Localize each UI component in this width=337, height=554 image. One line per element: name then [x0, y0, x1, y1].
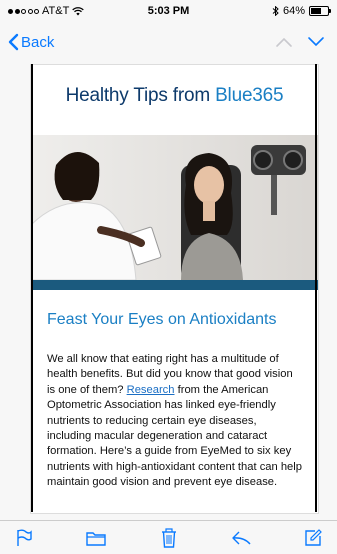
article-headline: Feast Your Eyes on Antioxidants	[47, 311, 277, 328]
previous-message-chevron-up-icon[interactable]	[275, 36, 293, 48]
hero-image	[31, 135, 318, 280]
article-body: We all know that eating right has a mult…	[47, 352, 302, 491]
status-bar: AT&T 5:03 PM 64%	[0, 0, 337, 22]
battery-info: 64%	[272, 5, 337, 17]
eye-exam-illustration	[31, 135, 318, 280]
carrier-info: AT&T	[0, 5, 85, 17]
signal-strength-icon	[8, 8, 39, 14]
battery-icon	[309, 6, 331, 16]
back-label: Back	[21, 33, 55, 51]
newsletter-title-prefix: Healthy Tips from	[65, 85, 216, 106]
bluetooth-icon	[272, 6, 279, 16]
brand-name: Blue365	[215, 85, 284, 106]
trash-icon[interactable]	[159, 527, 179, 549]
next-message-chevron-down-icon[interactable]	[307, 36, 325, 48]
carrier-name: AT&T	[42, 5, 70, 17]
mail-app-screen: AT&T 5:03 PM 64% Back Healthy Tips from …	[0, 0, 337, 554]
flag-icon[interactable]	[14, 528, 34, 548]
folder-icon[interactable]	[85, 528, 107, 548]
back-button[interactable]: Back	[0, 33, 54, 51]
chevron-left-icon	[8, 33, 19, 51]
message-navigation	[275, 36, 337, 48]
research-link[interactable]: Research	[127, 384, 175, 396]
newsletter-title: Healthy Tips from Blue365	[31, 85, 318, 107]
reply-icon[interactable]	[230, 528, 252, 548]
email-frame-left-border	[31, 64, 33, 512]
email-frame-right-border	[315, 64, 317, 512]
email-body[interactable]: Healthy Tips from Blue365 Feast Your Eye…	[30, 64, 319, 514]
navigation-bar: Back	[0, 22, 337, 62]
compose-icon[interactable]	[303, 528, 323, 548]
hero-accent-bar	[31, 280, 318, 290]
bottom-toolbar	[0, 520, 337, 554]
wifi-icon	[72, 6, 85, 15]
body-text-rest: from the American Optometric Association…	[47, 383, 302, 489]
battery-percent: 64%	[282, 5, 305, 17]
